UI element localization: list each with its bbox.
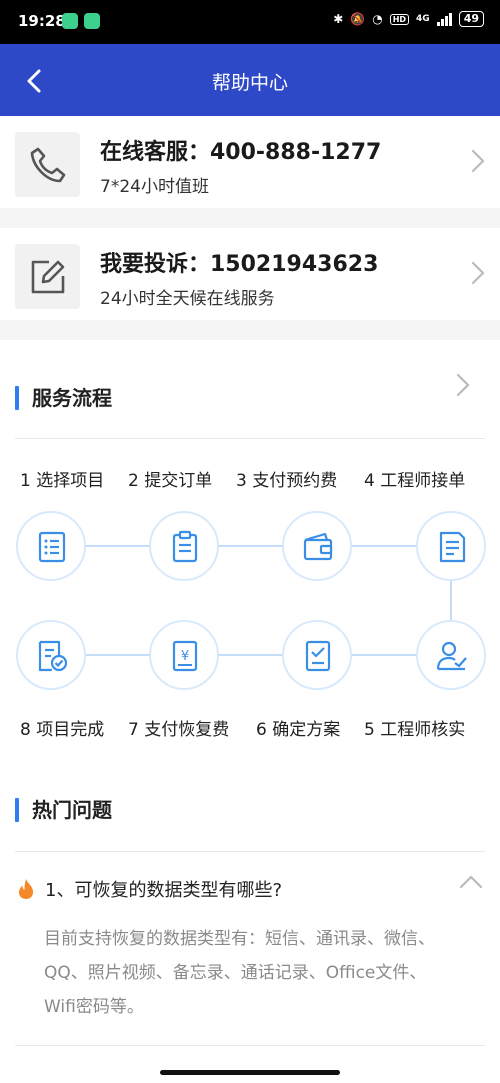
- step-label: 8 项目完成: [20, 720, 105, 740]
- edit-icon: [31, 260, 65, 294]
- step-label: 3 支付预约费: [236, 471, 338, 491]
- chevron-right-icon: [471, 149, 485, 173]
- alarm-icon: ◔: [372, 12, 383, 26]
- section-gap: [0, 208, 500, 228]
- bluetooth-icon: ✱: [333, 12, 344, 26]
- faq-answer: 目前支持恢复的数据类型有：短信、通讯录、微信、QQ、照片视频、备忘录、通话记录、…: [44, 929, 435, 1017]
- fire-icon: [19, 879, 33, 899]
- app-header: 帮助中心: [0, 44, 500, 116]
- flow-connector: [85, 545, 150, 547]
- status-bar: 19:28 ✱ 🔕 ◔ HD 4G 49: [0, 0, 500, 44]
- step-2-circle: [149, 511, 219, 581]
- clipboard-icon: [172, 530, 198, 563]
- hd-icon: HD: [389, 13, 410, 25]
- checklist-icon: [305, 640, 331, 672]
- faq-question[interactable]: 1、可恢复的数据类型有哪些?: [45, 876, 282, 902]
- mute-icon: 🔕: [350, 12, 366, 26]
- service-flow-diagram: ¥: [0, 505, 500, 700]
- section-accent-bar: [15, 386, 19, 410]
- network-label: 4G: [416, 14, 430, 24]
- signal-icon: [436, 12, 452, 26]
- phone-icon-box: [15, 132, 80, 197]
- step-label: 1 选择项目: [20, 471, 105, 491]
- divider: [15, 1045, 485, 1046]
- engineer-check-icon: [436, 641, 467, 671]
- divider: [15, 851, 485, 852]
- flow-connector: [218, 545, 284, 547]
- home-indicator[interactable]: [160, 1070, 340, 1075]
- step-label: 4 工程师接单: [364, 471, 466, 491]
- battery-icon: 49: [458, 11, 484, 27]
- tool-notification-icon: [84, 13, 100, 29]
- complaint-title: 我要投诉：15021943623: [100, 252, 379, 277]
- phone-icon: [30, 147, 66, 183]
- wallet-icon: [303, 532, 333, 561]
- complaint-card[interactable]: 我要投诉：15021943623 24小时全天候在线服务: [0, 228, 500, 320]
- app-notification-icon: [62, 13, 78, 29]
- steps-bottom-row: 8 项目完成 7 支付恢复费 6 确定方案 5 工程师核实: [0, 715, 500, 745]
- step-8-circle: [16, 620, 86, 690]
- step-3-circle: [282, 511, 352, 581]
- section-accent-bar: [15, 798, 19, 822]
- step-label: 5 工程师核实: [364, 720, 466, 740]
- hot-questions-title: 热门问题: [32, 798, 112, 822]
- flow-connector: [352, 654, 417, 656]
- flow-connector: [218, 654, 284, 656]
- yuan-receipt-icon: ¥: [172, 640, 198, 672]
- flow-connector: [352, 545, 417, 547]
- document-icon: [439, 531, 466, 563]
- hot-questions-header: 热门问题: [15, 784, 485, 834]
- flow-connector: [85, 654, 150, 656]
- step-1-circle: [16, 511, 86, 581]
- status-indicators: ✱ 🔕 ◔ HD 4G 49: [333, 11, 484, 27]
- service-flow-title: 服务流程: [32, 386, 112, 410]
- complaint-subtitle: 24小时全天候在线服务: [100, 289, 275, 309]
- step-label: 6 确定方案: [256, 720, 341, 740]
- step-label: 7 支付恢复费: [128, 720, 230, 740]
- online-service-subtitle: 7*24小时值班: [100, 177, 209, 197]
- list-icon: [38, 531, 66, 563]
- section-gap: [0, 320, 500, 340]
- step-4-circle: [416, 511, 486, 581]
- status-time: 19:28: [18, 12, 66, 30]
- page-title: 帮助中心: [211, 72, 288, 94]
- online-service-title: 在线客服：400-888-1277: [100, 140, 382, 165]
- steps-top-row: 1 选择项目 2 提交订单 3 支付预约费 4 工程师接单: [0, 466, 500, 496]
- step-label: 2 提交订单: [128, 471, 213, 491]
- edit-icon-box: [15, 244, 80, 309]
- divider: [15, 438, 485, 439]
- chevron-up-icon[interactable]: [458, 874, 484, 890]
- chevron-right-icon: [471, 261, 485, 285]
- step-5-circle: [416, 620, 486, 690]
- chevron-right-icon: [456, 373, 470, 397]
- service-flow-header[interactable]: 服务流程: [15, 372, 485, 422]
- doc-check-icon: [38, 640, 68, 672]
- svg-text:¥: ¥: [181, 649, 189, 664]
- step-7-circle: ¥: [149, 620, 219, 690]
- step-6-circle: [282, 620, 352, 690]
- online-service-card[interactable]: 在线客服：400-888-1277 7*24小时值班: [0, 116, 500, 208]
- flow-connector: [450, 579, 452, 621]
